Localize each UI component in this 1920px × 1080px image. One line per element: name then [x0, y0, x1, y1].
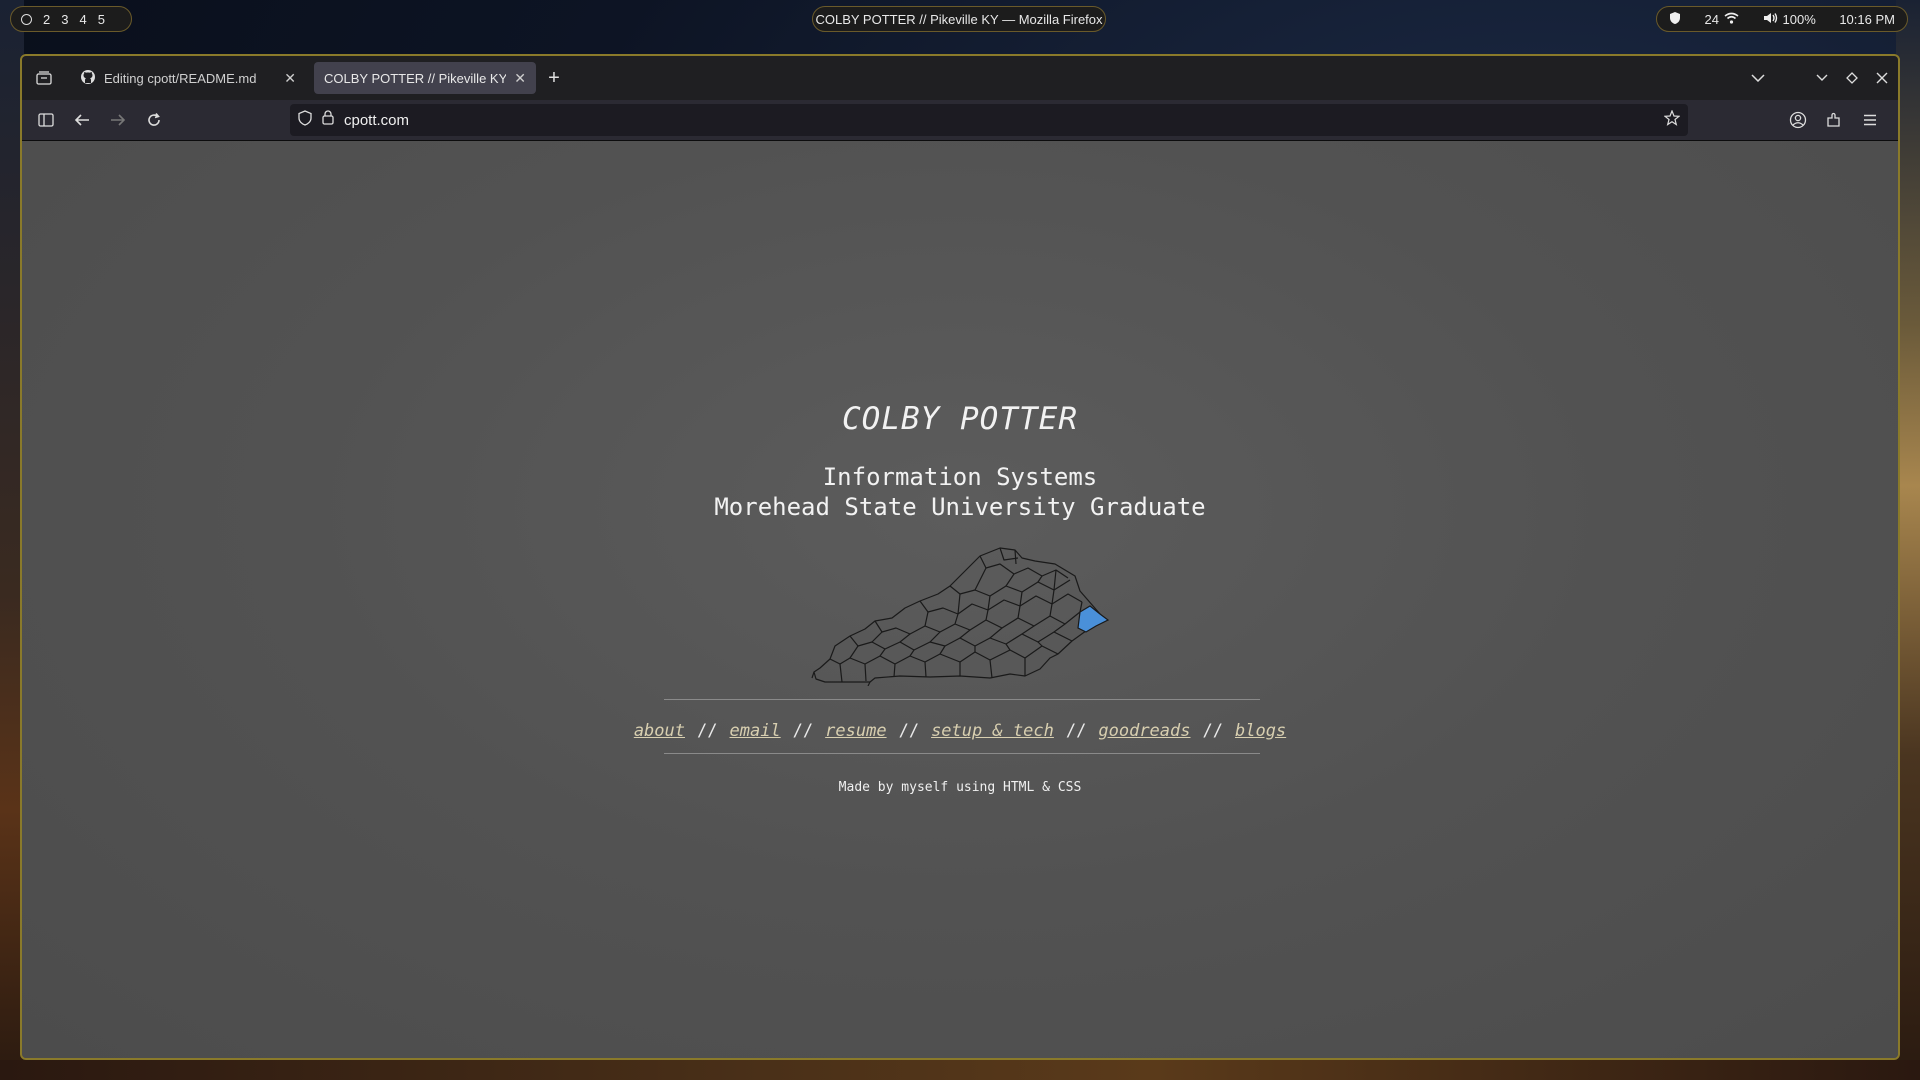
tab-bar: Editing cpott/README.md ✕ COLBY POTTER /…: [22, 56, 1898, 100]
list-all-tabs-icon[interactable]: [1748, 68, 1768, 88]
clock[interactable]: 10:16 PM: [1839, 12, 1895, 27]
link-separator: //: [697, 721, 718, 741]
system-tray: 24 100% 10:16 PM: [1656, 6, 1908, 32]
subtitle-university: Morehead State University Graduate: [714, 493, 1206, 521]
tracking-protection-icon[interactable]: [298, 109, 312, 131]
workspace-5[interactable]: 5: [98, 12, 105, 27]
workspace-2[interactable]: 2: [43, 12, 50, 27]
divider-top: [664, 699, 1260, 700]
close-window-icon[interactable]: [1872, 68, 1892, 88]
link-blogs[interactable]: blogs: [1235, 721, 1286, 741]
github-icon: [80, 69, 96, 88]
link-separator: //: [1202, 721, 1223, 741]
active-workspace-icon[interactable]: [21, 13, 32, 25]
tab-label: Editing cpott/README.md: [104, 70, 257, 86]
url-bar[interactable]: cpott.com: [290, 104, 1688, 136]
link-separator: //: [1065, 721, 1087, 741]
link-resume[interactable]: resume: [825, 721, 886, 741]
wifi-icon: [1724, 12, 1739, 27]
workspace-switcher: 2 3 4 5: [10, 6, 132, 32]
workspace-3[interactable]: 3: [61, 12, 68, 27]
volume-control[interactable]: 100%: [1763, 12, 1816, 27]
volume-value: 100%: [1782, 11, 1816, 27]
link-email[interactable]: email: [729, 721, 780, 741]
lock-icon[interactable]: [322, 110, 334, 130]
forward-icon[interactable]: [108, 110, 128, 130]
speaker-icon: [1763, 12, 1778, 27]
close-tab-icon[interactable]: ✕: [284, 70, 296, 87]
reload-icon[interactable]: [144, 110, 164, 130]
link-setup-tech[interactable]: setup & tech: [931, 721, 1054, 741]
network-status[interactable]: 24: [1705, 12, 1739, 27]
minimize-icon[interactable]: [1812, 68, 1832, 88]
kentucky-county-map: [811, 547, 1110, 686]
divider-bottom: [664, 753, 1260, 754]
workspace-4[interactable]: 4: [79, 12, 86, 27]
shield-icon[interactable]: [1669, 11, 1681, 28]
firefox-window: Editing cpott/README.md ✕ COLBY POTTER /…: [20, 54, 1900, 1060]
navigation-toolbar: cpott.com: [22, 100, 1898, 141]
account-icon[interactable]: [1788, 110, 1808, 130]
tab-overview-icon[interactable]: [34, 68, 54, 88]
link-separator: //: [792, 721, 814, 741]
subtitle-degree: Information Systems: [822, 463, 1098, 491]
tab-label: COLBY POTTER // Pikeville KY: [324, 70, 507, 86]
link-goodreads[interactable]: goodreads: [1098, 721, 1190, 741]
footer-text: Made by myself using HTML & CSS: [838, 780, 1082, 795]
page-content: COLBY POTTER Information Systems Morehea…: [22, 141, 1898, 1058]
extensions-icon[interactable]: [1824, 110, 1844, 130]
page-title: COLBY POTTER: [842, 401, 1078, 437]
tab-colby-potter[interactable]: COLBY POTTER // Pikeville KY ✕: [314, 62, 536, 94]
close-tab-icon[interactable]: ✕: [514, 70, 526, 87]
menu-icon[interactable]: [1860, 110, 1880, 130]
nav-links: about // email // resume // setup & tech // good…: [22, 721, 1898, 741]
back-icon[interactable]: [72, 110, 92, 130]
temperature-value: 24: [1704, 11, 1719, 27]
tab-github-readme[interactable]: Editing cpott/README.md ✕: [70, 62, 306, 94]
wallpaper-bottom: [0, 1060, 1920, 1080]
sidebar-toggle-icon[interactable]: [36, 110, 56, 130]
pike-county-highlight: [1077, 605, 1110, 633]
url-text: cpott.com: [344, 111, 410, 129]
maximize-icon[interactable]: [1842, 68, 1862, 88]
active-window-title: COLBY POTTER // Pikeville KY — Mozilla F…: [812, 6, 1106, 32]
new-tab-icon[interactable]: +: [544, 67, 564, 89]
link-about[interactable]: about: [634, 721, 685, 741]
link-separator: //: [898, 721, 920, 741]
bookmark-star-icon[interactable]: [1663, 108, 1681, 131]
